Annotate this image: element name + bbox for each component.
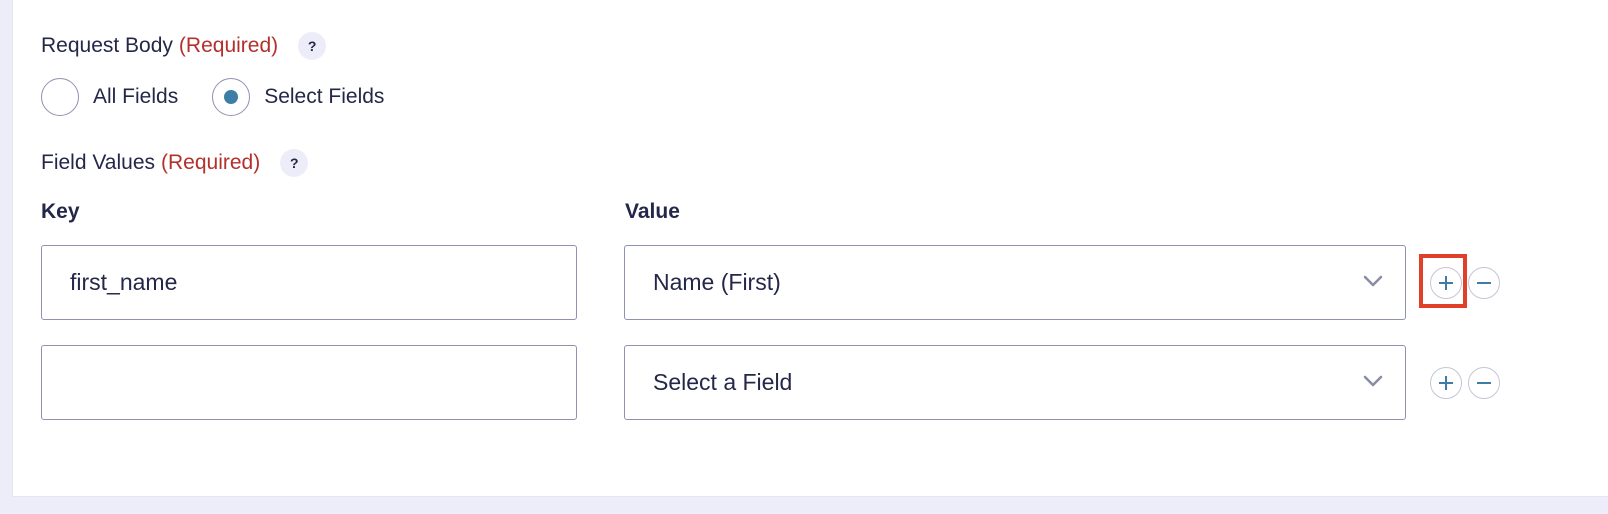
radio-select-fields-circle[interactable] <box>212 78 251 116</box>
value-select-row-1-value: Name (First) <box>653 269 781 295</box>
value-select-row-2[interactable]: Select a Field <box>624 345 1406 420</box>
settings-panel: Request Body (Required) ? All Fields Sel… <box>12 0 1608 497</box>
chevron-down-icon <box>1363 375 1383 387</box>
add-row-button-2[interactable] <box>1430 367 1462 399</box>
field-values-help-icon[interactable]: ? <box>280 149 309 177</box>
value-select-row-2-value: Select a Field <box>653 369 793 395</box>
value-column-header: Value <box>625 200 680 223</box>
radio-select-fields-label[interactable]: Select Fields <box>264 85 384 109</box>
minus-icon <box>1477 382 1491 384</box>
radio-selected-dot <box>224 90 239 104</box>
plus-icon <box>1439 376 1453 390</box>
field-values-required: (Required) <box>161 151 261 174</box>
key-input-row-2[interactable] <box>41 345 577 420</box>
add-row-button-1[interactable] <box>1430 267 1462 299</box>
request-body-radio-group: All Fields Select Fields <box>41 78 418 116</box>
value-select-row-1[interactable]: Name (First) <box>624 245 1406 320</box>
radio-select-fields[interactable]: Select Fields <box>212 78 384 116</box>
plus-icon <box>1439 276 1453 290</box>
field-values-label: Field Values (Required) ? <box>41 149 309 177</box>
chevron-down-icon <box>1363 275 1383 287</box>
remove-row-button-2[interactable] <box>1468 367 1500 399</box>
request-body-help-icon[interactable]: ? <box>298 32 327 60</box>
request-body-title: Request Body <box>41 34 173 57</box>
radio-all-fields-circle[interactable] <box>41 78 79 116</box>
radio-all-fields-label[interactable]: All Fields <box>93 85 178 109</box>
field-values-title: Field Values <box>41 151 156 174</box>
key-input-row-1-value: first_name <box>70 269 178 295</box>
key-column-header: Key <box>41 200 80 223</box>
key-input-row-1[interactable]: first_name <box>41 245 577 320</box>
request-body-label: Request Body (Required) ? <box>41 32 327 60</box>
request-body-required: (Required) <box>178 34 279 57</box>
remove-row-button-1[interactable] <box>1468 267 1500 299</box>
radio-all-fields[interactable]: All Fields <box>41 78 178 116</box>
minus-icon <box>1477 282 1491 284</box>
